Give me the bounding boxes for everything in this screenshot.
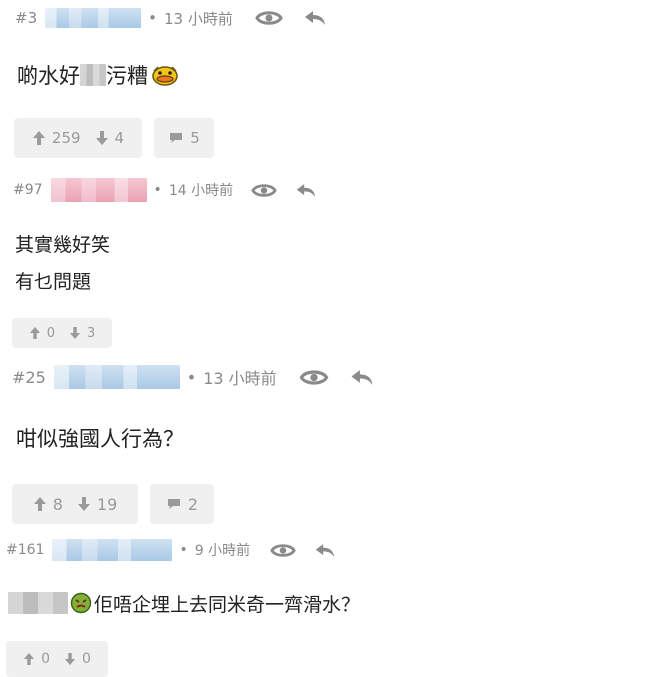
username-redacted[interactable] [53, 365, 180, 389]
username-redacted[interactable] [50, 178, 147, 202]
view-button[interactable] [255, 8, 283, 28]
floor-number: #97 [13, 182, 43, 198]
comment-meta: #25 • 13 小時前 [12, 364, 375, 390]
meta-separator: • [179, 542, 188, 558]
thumb-arrow-down-icon [77, 497, 90, 511]
thumb-arrow-up-icon [32, 131, 45, 145]
comment-body-line: 其實幾好笑 [15, 229, 110, 257]
upvote-button[interactable]: 259 [32, 129, 81, 147]
floor-number: #3 [15, 9, 38, 27]
post-time: 9 小時前 [194, 543, 251, 559]
eye-icon [255, 11, 283, 25]
replies-button[interactable]: 5 [154, 118, 214, 158]
vote-buttons: 0 0 [6, 641, 108, 677]
meta-separator: • [186, 367, 197, 387]
vote-buttons: 8 19 [12, 484, 138, 524]
username-redacted[interactable] [45, 8, 142, 28]
view-button[interactable] [299, 367, 329, 388]
replies-button[interactable]: 2 [150, 484, 214, 524]
username-redacted[interactable] [52, 539, 173, 561]
comment-text: 其實幾好笑 [15, 233, 111, 256]
eye-icon [299, 369, 329, 385]
reply-icon [296, 183, 316, 197]
downvote-count: 0 [82, 651, 91, 667]
floor-number: #161 [6, 542, 45, 558]
emoji-duck-icon [150, 62, 180, 88]
meta-separator: • [148, 9, 157, 27]
thumb-arrow-down-icon [95, 131, 108, 145]
downvote-button[interactable]: 3 [69, 326, 95, 341]
thumb-arrow-up-icon [23, 653, 35, 665]
reply-icon [315, 543, 335, 557]
post-time: 13 小時前 [203, 369, 277, 388]
comment-text-part: 污糟 [106, 64, 148, 88]
comment-body-line: 啲水好 污糟 [17, 60, 180, 90]
upvote-count: 0 [41, 651, 50, 667]
post-time: 13 小時前 [163, 9, 233, 28]
eye-icon [251, 183, 277, 197]
downvote-button[interactable]: 19 [77, 495, 117, 514]
upvote-button[interactable]: 0 [29, 326, 55, 341]
thumb-arrow-down-icon [64, 653, 76, 665]
vote-buttons: 0 3 [12, 318, 112, 348]
view-button[interactable] [270, 541, 296, 560]
upvote-count: 0 [46, 325, 55, 341]
reply-icon [304, 11, 325, 25]
emoji-sick-icon [70, 592, 92, 614]
thumb-arrow-down-icon [69, 327, 81, 339]
comment-text: 咁似強國人行為？ [16, 427, 184, 451]
reply-icon [351, 369, 373, 385]
reply-button[interactable] [295, 181, 317, 200]
meta-separator: • [153, 182, 162, 198]
upvote-count: 8 [52, 494, 63, 514]
comment-text-part: 啲水好 [17, 64, 80, 88]
speech-bubble-icon [170, 133, 183, 143]
upvote-button[interactable]: 8 [33, 495, 63, 514]
speech-bubble-icon [167, 499, 180, 509]
censor-block [80, 64, 106, 86]
downvote-count: 3 [87, 325, 96, 341]
comment-text: 佢唔企埋上去同米奇一齊滑水？ [94, 593, 361, 616]
reply-button[interactable] [349, 367, 375, 388]
reply-button[interactable] [314, 541, 336, 560]
post-time: 14 小時前 [168, 183, 234, 199]
comment-text: 有乜問題 [15, 270, 92, 293]
censor-block [8, 592, 68, 614]
downvote-count: 19 [96, 494, 118, 514]
upvote-button[interactable]: 0 [23, 651, 50, 667]
thumb-arrow-up-icon [29, 327, 40, 339]
vote-buttons: 259 4 [14, 118, 142, 158]
reply-count: 5 [190, 129, 200, 147]
comment-meta: #161 • 9 小時前 [6, 538, 336, 562]
comment-body-line: 咁似強國人行為？ [16, 423, 184, 453]
upvote-count: 259 [51, 129, 81, 147]
comment-body-line: 佢唔企埋上去同米奇一齊滑水？ [8, 589, 360, 617]
reply-button[interactable] [303, 8, 327, 28]
downvote-button[interactable]: 4 [95, 129, 125, 147]
downvote-count: 4 [114, 129, 125, 147]
comment-body-line: 有乜問題 [15, 266, 91, 294]
downvote-button[interactable]: 0 [64, 651, 91, 667]
comment-meta: #3 • 13 小時前 [15, 6, 327, 30]
eye-icon [270, 543, 296, 557]
comment-meta: #97 • 14 小時前 [13, 178, 317, 202]
reply-count: 2 [187, 494, 199, 514]
floor-number: #25 [12, 367, 46, 387]
thumb-arrow-up-icon [33, 497, 46, 511]
view-button[interactable] [251, 181, 277, 200]
